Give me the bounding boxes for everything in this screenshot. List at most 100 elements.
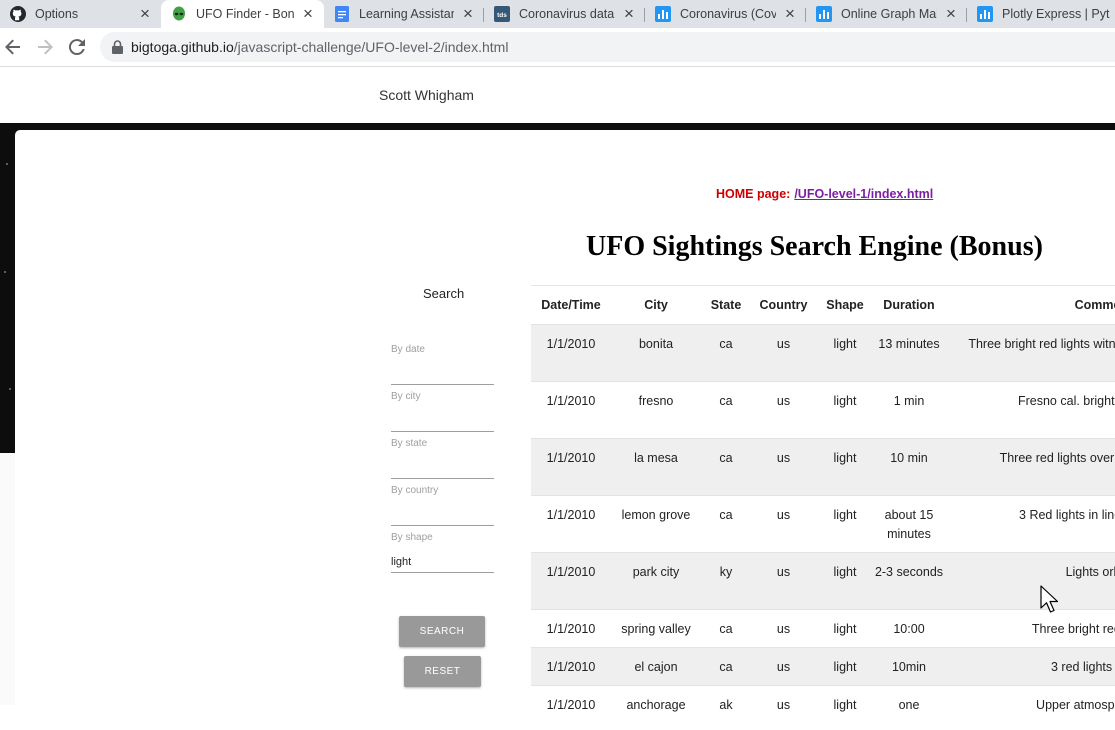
page-header: Scott Whigham <box>0 67 1115 123</box>
cell-date: 1/1/2010 <box>531 381 611 439</box>
cell-duration: 2-3 seconds <box>874 552 944 610</box>
tab-options[interactable]: Options × <box>0 0 161 28</box>
date-filter-field[interactable]: By date <box>391 344 494 385</box>
close-icon[interactable]: × <box>300 5 316 22</box>
cell-state: ca <box>701 647 751 686</box>
filter-label: By date <box>391 344 425 355</box>
mouse-cursor-icon <box>1040 585 1060 620</box>
tab-title: Plotly Express | Pyt <box>1002 7 1110 21</box>
table-header-row: Date/Time City State Country Shape Durat… <box>531 285 1115 325</box>
cell-country: us <box>751 381 816 439</box>
cell-state: ca <box>701 324 751 382</box>
tds-icon-text: tds <box>497 12 507 19</box>
state-filter-field[interactable]: By state <box>391 438 494 479</box>
cell-shape: light <box>816 552 874 610</box>
cell-comment: Three bright red lights witne over San D… <box>944 324 1115 382</box>
cell-city: lemon grove <box>611 495 701 553</box>
back-arrow-icon[interactable] <box>2 36 24 58</box>
tab-coronavirus-covid[interactable]: Coronavirus (Covi × <box>645 0 806 28</box>
column-header: Duration <box>874 285 944 325</box>
star <box>6 163 8 165</box>
cell-shape: light <box>816 381 874 439</box>
reset-button[interactable]: RESET <box>404 656 481 687</box>
star <box>4 271 6 273</box>
column-header: Shape <box>816 285 874 325</box>
cell-country: us <box>751 647 816 686</box>
page-title: UFO Sightings Search Engine (Bonus) <box>586 231 1043 262</box>
cell-date: 1/1/2010 <box>531 324 611 382</box>
cell-comment: Three red lights over southe triangle s <box>944 438 1115 496</box>
cell-duration: 1 min <box>874 381 944 439</box>
cell-duration: about 15 minutes <box>874 495 944 553</box>
url-path: /javascript-challenge/UFO-level-2/index.… <box>233 39 509 55</box>
tds-icon: tds <box>494 6 510 22</box>
close-icon[interactable]: × <box>621 5 637 22</box>
column-header: Comme <box>944 285 1115 325</box>
tab-coronavirus-data[interactable]: tds Coronavirus data v × <box>484 0 645 28</box>
cell-duration: 13 minutes <box>874 324 944 382</box>
cell-state: ca <box>701 495 751 553</box>
cell-duration: 10 min <box>874 438 944 496</box>
shape-filter-field[interactable]: By shape light <box>391 532 494 573</box>
table-row: 1/1/2010 bonita ca us light 13 minutes T… <box>531 324 1115 382</box>
star <box>9 388 11 390</box>
cell-duration: 10min <box>874 647 944 686</box>
cell-city: bonita <box>611 324 701 382</box>
search-heading: Search <box>423 286 465 301</box>
filter-label: By country <box>391 485 439 496</box>
cell-city: park city <box>611 552 701 610</box>
tab-strip: Options × UFO Finder - Bonus × Learning … <box>0 0 1115 28</box>
tab-title: Learning Assistant <box>359 7 454 21</box>
filter-label: By city <box>391 391 421 402</box>
table-row: 1/1/2010 el cajon ca us light 10min 3 re… <box>531 647 1115 686</box>
tab-title: Coronavirus (Covi <box>680 7 776 21</box>
cell-date: 1/1/2010 <box>531 495 611 553</box>
column-header: Date/Time <box>531 285 611 325</box>
filter-value: light <box>391 556 412 568</box>
close-icon[interactable]: × <box>460 5 476 22</box>
cell-shape: light <box>816 495 874 553</box>
cell-comment: Lights orbiting <box>944 552 1115 610</box>
tab-ufo-finder[interactable]: UFO Finder - Bonus × <box>161 0 324 28</box>
cell-country: us <box>751 495 816 553</box>
tab-plotly-express[interactable]: Plotly Express | Pyt <box>967 0 1115 28</box>
cell-country: us <box>751 552 816 610</box>
column-header: Country <box>751 285 816 325</box>
tab-title: Online Graph Mak <box>841 7 937 21</box>
sightings-table: Date/Time City State Country Shape Durat… <box>531 285 1115 724</box>
cell-date: 1/1/2010 <box>531 438 611 496</box>
cell-duration: 10:00 <box>874 609 944 648</box>
close-icon[interactable]: × <box>137 5 153 22</box>
github-icon <box>10 6 26 22</box>
forward-arrow-icon[interactable] <box>34 36 56 58</box>
table-row: 1/1/2010 fresno ca us light 1 min Fresno… <box>531 381 1115 439</box>
cell-comment: 3 Red lights in line patter Coun <box>944 495 1115 553</box>
home-page-label: HOME page: <box>716 187 791 201</box>
chart-icon <box>977 6 993 22</box>
close-icon[interactable]: × <box>943 5 959 22</box>
tab-title: UFO Finder - Bonus <box>196 7 294 21</box>
search-button[interactable]: SEARCH <box>399 616 485 647</box>
cell-date: 1/1/2010 <box>531 609 611 648</box>
country-filter-field[interactable]: By country <box>391 485 494 526</box>
cell-state: ca <box>701 381 751 439</box>
tab-online-graph-maker[interactable]: Online Graph Mak × <box>806 0 967 28</box>
cell-comment: Fresno cal. bright light h vanish <box>944 381 1115 439</box>
tab-learning-assistant[interactable]: Learning Assistant × <box>324 0 484 28</box>
close-icon[interactable]: × <box>782 5 798 22</box>
browser-toolbar: bigtoga.github.io/javascript-challenge/U… <box>0 28 1115 67</box>
cell-shape: light <box>816 438 874 496</box>
home-page-link[interactable]: /UFO-level-1/index.html <box>794 187 933 201</box>
cell-city: fresno <box>611 381 701 439</box>
tab-title: Options <box>35 7 79 21</box>
cell-city: spring valley <box>611 609 701 648</box>
column-header: City <box>611 285 701 325</box>
tab-title: Coronavirus data v <box>519 7 615 21</box>
city-filter-field[interactable]: By city <box>391 391 494 432</box>
alien-icon <box>171 6 187 22</box>
content-card: HOME page:/UFO-level-1/index.html UFO Si… <box>15 130 1115 730</box>
cell-date: 1/1/2010 <box>531 647 611 686</box>
cell-shape: light <box>816 609 874 648</box>
address-bar[interactable]: bigtoga.github.io/javascript-challenge/U… <box>100 32 1115 62</box>
reload-icon[interactable] <box>66 36 88 58</box>
